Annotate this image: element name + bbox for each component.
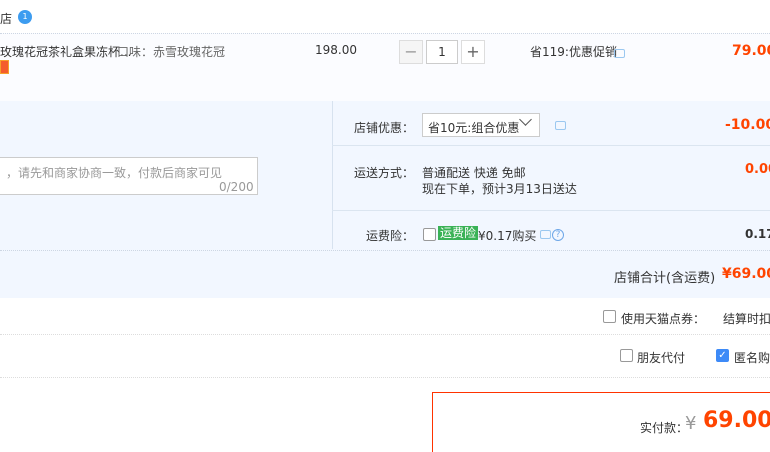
comment-icon[interactable] xyxy=(555,121,566,130)
help-icon[interactable]: ? xyxy=(552,229,564,241)
discount-value: -10.00 xyxy=(725,117,770,133)
discount-selected: 省10元:组合优惠 xyxy=(428,121,520,135)
shipping-label: 运送方式： xyxy=(354,166,415,180)
payment-value: 69.00 xyxy=(703,408,770,433)
discount-label: 店铺优惠： xyxy=(354,121,415,135)
insurance-price: ¥0.17购买 xyxy=(478,229,537,243)
shop-name[interactable]: 店 xyxy=(0,10,12,27)
friend-pay-label: 朋友代付 xyxy=(637,351,686,365)
item-subtotal: 79.00 xyxy=(732,43,770,59)
shipping-eta: 现在下单，预计3月13日送达 xyxy=(422,182,577,196)
anonymous-label: 匿名购买 xyxy=(734,351,770,365)
anonymous-checkbox[interactable]: ✓ xyxy=(716,349,729,362)
item-title[interactable]: 玫瑰花冠茶礼盒果冻杯... xyxy=(0,43,131,60)
divider xyxy=(332,145,770,146)
currency-symbol: ¥ xyxy=(685,413,697,434)
item-attribute: 口味：赤雪玫瑰花冠 xyxy=(117,45,226,59)
shop-total-value: ¥69.00 xyxy=(722,266,770,282)
increase-quantity-button[interactable]: + xyxy=(461,40,485,64)
divider xyxy=(332,210,770,211)
quantity-stepper: − 1 + xyxy=(399,40,485,64)
insurance-value: 0.17 xyxy=(745,227,770,241)
shop-total-label: 店铺合计(含运费) xyxy=(614,271,716,286)
insurance-tag: 运费险 xyxy=(438,226,479,240)
decrease-quantity-button[interactable]: − xyxy=(399,40,423,64)
item-price: 198.00 xyxy=(315,43,357,57)
divider xyxy=(332,101,333,249)
settle-note: 结算时扣减 xyxy=(723,312,770,326)
insurance-label: 运费险： xyxy=(366,229,415,243)
tmall-points-label: 使用天猫点券： xyxy=(621,312,706,326)
memo-char-count: 0/200 xyxy=(219,180,254,194)
insurance-checkbox[interactable] xyxy=(423,228,436,241)
quantity-input[interactable]: 1 xyxy=(426,40,458,64)
comment-icon[interactable] xyxy=(540,230,551,239)
payment-label: 实付款： xyxy=(640,421,689,435)
shipping-method: 普通配送 快递 免邮 xyxy=(422,166,526,180)
memo-placeholder: ，请先和商家协商一致，付款后商家可见 xyxy=(6,166,223,180)
comment-icon[interactable] xyxy=(614,49,625,58)
service-tag-icon xyxy=(0,60,9,74)
chat-badge-icon[interactable]: 1 xyxy=(18,10,32,24)
tmall-points-checkbox[interactable] xyxy=(603,310,616,323)
friend-pay-checkbox[interactable] xyxy=(620,349,633,362)
shop-header: 店 1 xyxy=(0,0,770,32)
shipping-value: 0.00 xyxy=(745,162,770,177)
item-promo: 省119:优惠促销 xyxy=(530,45,617,59)
